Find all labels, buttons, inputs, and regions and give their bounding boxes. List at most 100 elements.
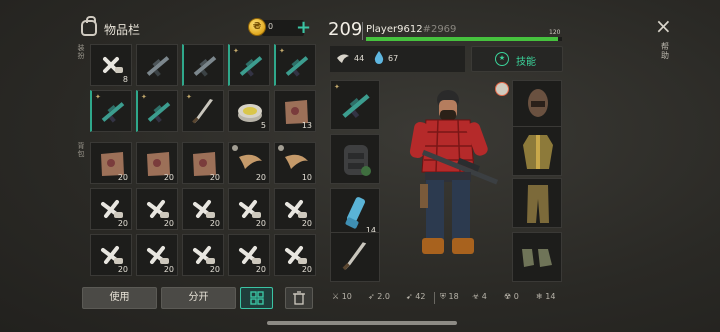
- machete-icon: [192, 99, 213, 124]
- weapon-slot-primary[interactable]: ✦: [330, 80, 380, 130]
- hunger-value: 44: [354, 54, 365, 63]
- inventory-slot-leather[interactable]: 13: [274, 90, 316, 132]
- water-drop-icon: [374, 51, 384, 64]
- energy-rifle-icon: [342, 94, 370, 119]
- inventory-slot-rifle-1[interactable]: [136, 44, 178, 86]
- header-divider: [362, 22, 363, 40]
- inventory-slot-rifle-4[interactable]: ✦: [274, 44, 316, 86]
- quick-slots-grid: 8 ✦ ✦ ✦ ✦ ✦ 5 13: [90, 44, 316, 132]
- slot-quantity: 13: [301, 121, 312, 130]
- defense-value: 18: [448, 292, 459, 301]
- bio-stat: ☣ 4: [472, 292, 487, 301]
- skills-button[interactable]: ★ 技能: [471, 46, 563, 72]
- speed-value: 2.0: [377, 292, 390, 301]
- inventory-slot-bandage[interactable]: 20: [90, 188, 132, 230]
- energy-rifle-icon: [239, 56, 263, 77]
- bio-value: 4: [481, 292, 487, 301]
- slot-quantity: 20: [301, 265, 312, 274]
- machete-icon: [342, 242, 367, 271]
- inventory-slot-machete[interactable]: ✦: [182, 90, 224, 132]
- slot-quantity: 20: [209, 219, 220, 228]
- inventory-slot-bandage[interactable]: 20: [228, 234, 270, 276]
- close-button[interactable]: ×: [655, 14, 672, 38]
- add-coins-button[interactable]: +: [296, 17, 311, 38]
- inventory-slot-leather[interactable]: 20: [182, 142, 224, 184]
- energy-rifle-icon: [101, 102, 125, 123]
- inventory-slot-bandage[interactable]: 20: [182, 234, 224, 276]
- boots-icon: [522, 249, 552, 267]
- backpack-slot[interactable]: [330, 134, 380, 184]
- player-name-text: Player9612: [366, 24, 423, 35]
- coin-icon: ₴: [248, 18, 266, 36]
- coin-count: 0: [268, 22, 274, 31]
- slot-quantity: 20: [301, 219, 312, 228]
- consumable-slot[interactable]: 14: [330, 188, 380, 238]
- inventory-slot-tin-can[interactable]: 5: [228, 90, 270, 132]
- melee-slot[interactable]: [330, 232, 380, 282]
- hunger-icon: [337, 54, 349, 63]
- skill-star-icon: ★: [495, 52, 509, 66]
- pants-icon: [527, 185, 549, 223]
- xp-max-label: 120: [549, 29, 561, 36]
- slot-quantity: 20: [255, 173, 266, 182]
- inventory-slot-fang[interactable]: 20: [228, 142, 270, 184]
- inventory-slot-bandage[interactable]: 20: [90, 234, 132, 276]
- trash-icon: [293, 291, 305, 305]
- slot-quantity: 20: [209, 265, 220, 274]
- player-name: Player9612#2969: [366, 24, 456, 35]
- inventory-slot-bandage[interactable]: 20: [136, 188, 178, 230]
- home-indicator[interactable]: [267, 321, 457, 325]
- slot-quantity: 20: [163, 173, 174, 182]
- inventory-title: 物品栏: [104, 23, 141, 37]
- inventory-slot-rifle-5[interactable]: ✦: [90, 90, 132, 132]
- split-button[interactable]: 分开: [161, 287, 236, 309]
- inventory-slot-bandage[interactable]: 8: [90, 44, 132, 86]
- inventory-slot-bandage[interactable]: 20: [228, 188, 270, 230]
- cold-stat: ❄ 14: [536, 292, 556, 301]
- inventory-slot-leather[interactable]: 20: [90, 142, 132, 184]
- xp-bar: [366, 37, 562, 41]
- slot-quantity: 8: [122, 75, 128, 84]
- combat-stats-bar: ⚔ 10 ➶ 2.0 ➹ 42 ⛨ 18 ☣ 4 ☢ 0 ❄ 14: [330, 290, 562, 306]
- jacket-icon: [523, 135, 553, 169]
- chest-slot[interactable]: [512, 126, 562, 176]
- pierce-value: 42: [415, 292, 426, 301]
- defense-stat: ⛨ 18: [440, 292, 459, 301]
- rifle-icon: [193, 56, 217, 77]
- feet-slot[interactable]: [512, 232, 562, 282]
- head-slot[interactable]: [512, 80, 562, 130]
- vitals-box: 44 67: [330, 46, 465, 72]
- help-label[interactable]: 帮助: [660, 42, 670, 60]
- slot-quantity: 20: [117, 265, 128, 274]
- inventory-slot-rifle-2[interactable]: [182, 44, 224, 86]
- damage-value: 10: [341, 292, 352, 301]
- slot-quantity: 20: [255, 219, 266, 228]
- skills-label: 技能: [516, 57, 536, 68]
- inventory-slot-bandage[interactable]: 20: [274, 234, 316, 276]
- inventory-slot-rifle-3[interactable]: ✦: [228, 44, 270, 86]
- player-level: 209: [328, 19, 363, 40]
- inventory-slot-fang[interactable]: 10: [274, 142, 316, 184]
- pierce-stat: ➹ 42: [406, 292, 426, 301]
- slot-quantity: 20: [117, 173, 128, 182]
- speed-stat: ➶ 2.0: [368, 292, 390, 301]
- slot-quantity: 5: [260, 121, 266, 130]
- grid-icon: [249, 291, 264, 305]
- energy-rifle-icon: [147, 102, 171, 123]
- use-button[interactable]: 使用: [82, 287, 157, 309]
- legs-slot[interactable]: [512, 178, 562, 228]
- inventory-slot-leather[interactable]: 20: [136, 142, 178, 184]
- sort-grid-button[interactable]: [240, 287, 273, 309]
- inventory-slot-bandage[interactable]: 20: [274, 188, 316, 230]
- gender-badge-icon[interactable]: [495, 82, 509, 96]
- stat-divider: [434, 292, 435, 304]
- damage-stat: ⚔ 10: [332, 292, 352, 301]
- rifle-icon: [146, 56, 170, 77]
- backpack-icon: [344, 145, 371, 176]
- player-character: [409, 90, 499, 254]
- delete-button[interactable]: [285, 287, 313, 309]
- inventory-slot-rifle-6[interactable]: ✦: [136, 90, 178, 132]
- inventory-slot-bandage[interactable]: 20: [136, 234, 178, 276]
- inventory-slot-bandage[interactable]: 20: [182, 188, 224, 230]
- slot-quantity: 20: [163, 265, 174, 274]
